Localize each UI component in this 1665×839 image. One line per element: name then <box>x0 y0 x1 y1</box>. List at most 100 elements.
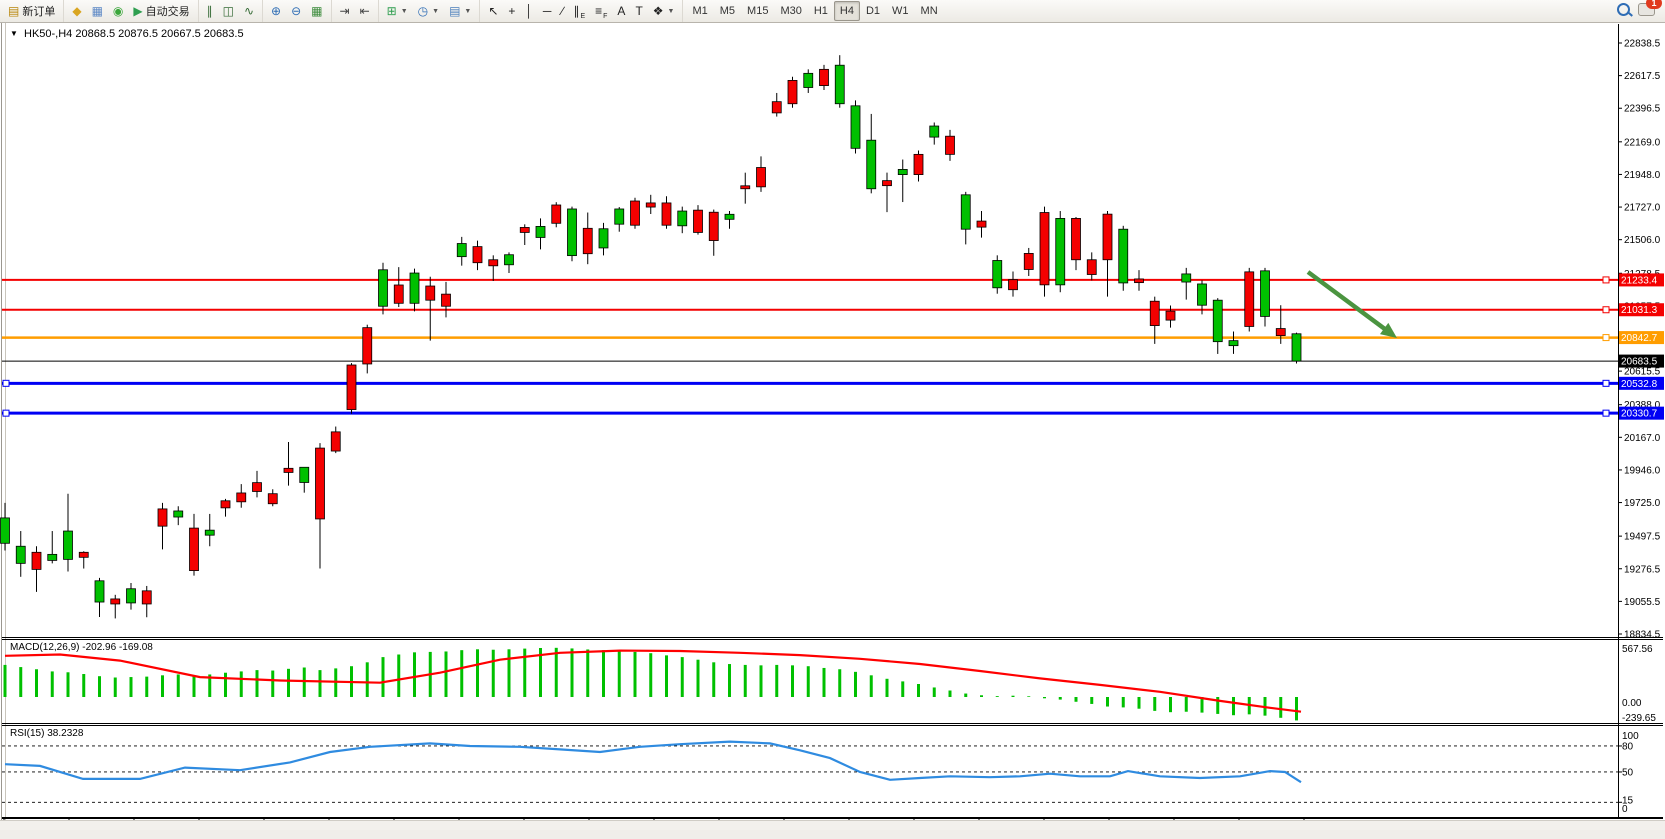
candlestick-chart[interactable]: 22838.522617.522396.522169.021948.021727… <box>0 23 1665 830</box>
vertical-line-icon[interactable]: │ <box>520 1 538 21</box>
price-tick-label: 19497.5 <box>1624 532 1661 543</box>
add-indicator-icon[interactable]: ⊞▼ <box>382 1 413 21</box>
candle <box>316 448 325 519</box>
candle <box>1292 334 1301 361</box>
template-icon: ▤ <box>449 2 460 20</box>
horizontal-line-icon: ─ <box>543 2 552 20</box>
bar-chart-icon[interactable]: ∥ <box>202 1 218 21</box>
timeframe-mn[interactable]: MN <box>915 1 944 21</box>
arrows-icon[interactable]: ❖▼ <box>648 1 680 21</box>
autotrading-button-label: 自动交易 <box>146 3 190 19</box>
line-chart-icon[interactable]: ∿ <box>239 1 259 21</box>
hline-handle[interactable] <box>1603 380 1609 386</box>
fibonacci-icon: ≡ <box>595 2 602 20</box>
candle <box>79 552 88 557</box>
candle <box>347 365 356 410</box>
hline-handle[interactable] <box>3 380 9 386</box>
text-icon[interactable]: A <box>612 1 630 21</box>
candle <box>961 195 970 229</box>
new-order-button-label: 新订单 <box>22 3 55 19</box>
chart-shift-icon: ⇥ <box>340 2 350 20</box>
signals-icon[interactable]: ◉ <box>108 1 128 21</box>
rsi-axis-label: 100 <box>1622 731 1639 742</box>
chart-window[interactable]: 22838.522617.522396.522169.021948.021727… <box>0 23 1665 830</box>
candle <box>1056 218 1065 284</box>
profiles-icon[interactable]: ◆ <box>67 1 86 21</box>
vertical-line-icon: │ <box>525 2 533 20</box>
candlestick-chart-icon[interactable]: ◫ <box>218 1 239 21</box>
hline-handle[interactable] <box>3 410 9 416</box>
add-indicator-icon: ⊞ <box>387 2 397 20</box>
text-label-icon[interactable]: T <box>630 1 647 21</box>
candle <box>268 494 277 504</box>
hline-handle[interactable] <box>1603 277 1609 283</box>
candle <box>867 140 876 189</box>
hline-handle[interactable] <box>1603 410 1609 416</box>
search-icon[interactable] <box>1617 3 1630 19</box>
candle <box>111 599 120 604</box>
tile-windows-icon: ▦ <box>311 2 322 20</box>
text-icon: A <box>617 2 625 20</box>
autotrading-button: ▶ <box>133 2 142 20</box>
zoom-in-icon[interactable]: ⊕ <box>266 1 286 21</box>
timeframe-m5[interactable]: M5 <box>714 1 741 21</box>
candle <box>127 589 136 603</box>
timeframe-m30[interactable]: M30 <box>774 1 807 21</box>
candle <box>1 518 10 543</box>
horizontal-line-icon[interactable]: ─ <box>538 1 557 21</box>
macd-axis-max: 567.56 <box>1622 644 1653 655</box>
hline-handle[interactable] <box>1603 307 1609 313</box>
price-tick-label: 18834.5 <box>1624 629 1661 640</box>
rsi-axis-label: 0 <box>1622 804 1628 815</box>
tile-windows-icon[interactable]: ▦ <box>306 1 327 21</box>
chart-shift-icon[interactable]: ⇥ <box>335 1 355 21</box>
candle <box>741 186 750 189</box>
channel-icon[interactable]: ∥E <box>568 1 590 21</box>
price-tick-label: 20615.5 <box>1624 367 1661 378</box>
trendline-icon[interactable]: ∕ <box>556 1 568 21</box>
cursor-icon[interactable]: ↖ <box>483 1 503 21</box>
candle <box>363 328 372 364</box>
price-tick-label: 22396.5 <box>1624 104 1661 115</box>
chart-autoscroll-icon: ⇤ <box>360 2 370 20</box>
candle <box>1276 329 1285 336</box>
candle <box>993 260 1002 287</box>
notifications-icon[interactable]: 1 <box>1638 3 1655 19</box>
timeframe-m15[interactable]: M15 <box>741 1 774 21</box>
channel-icon: ∥ <box>573 2 579 20</box>
candle <box>1103 214 1112 260</box>
candle <box>1024 253 1033 269</box>
price-label: 21233.4 <box>1621 275 1658 286</box>
candle <box>1150 301 1159 325</box>
template-icon[interactable]: ▤▼ <box>444 1 476 21</box>
candle <box>457 244 466 257</box>
hline-handle[interactable] <box>1603 335 1609 341</box>
timeframe-h4[interactable]: H4 <box>834 1 860 21</box>
chevron-down-icon: ▼ <box>401 8 408 15</box>
candle <box>946 136 955 154</box>
fibonacci-icon[interactable]: ≡F <box>590 1 612 21</box>
chart-background <box>0 23 1665 830</box>
candle <box>489 260 498 266</box>
zoom-out-icon[interactable]: ⊖ <box>286 1 306 21</box>
new-order-button[interactable]: ▤新订单 <box>3 1 60 21</box>
arrows-icon: ❖ <box>653 2 664 20</box>
timeframe-d1[interactable]: D1 <box>860 1 886 21</box>
candle <box>473 247 482 263</box>
candle <box>788 80 797 103</box>
timeframe-w1[interactable]: W1 <box>886 1 915 21</box>
timeframe-h1[interactable]: H1 <box>808 1 834 21</box>
price-tick-label: 22617.5 <box>1624 71 1661 82</box>
period-icon[interactable]: ◷▼ <box>413 1 444 21</box>
candle <box>142 591 151 604</box>
rsi-axis-label: 80 <box>1622 741 1634 752</box>
market-watch-icon[interactable]: ▦ <box>87 1 108 21</box>
timeframe-m1[interactable]: M1 <box>686 1 713 21</box>
crosshair-icon[interactable]: + <box>503 1 520 21</box>
candle <box>725 214 734 219</box>
price-tick-label: 21948.0 <box>1624 170 1661 181</box>
autotrading-button[interactable]: ▶自动交易 <box>128 1 194 21</box>
chart-autoscroll-icon[interactable]: ⇤ <box>355 1 375 21</box>
chevron-down-icon: ▼ <box>432 8 439 15</box>
candle <box>1229 341 1238 346</box>
